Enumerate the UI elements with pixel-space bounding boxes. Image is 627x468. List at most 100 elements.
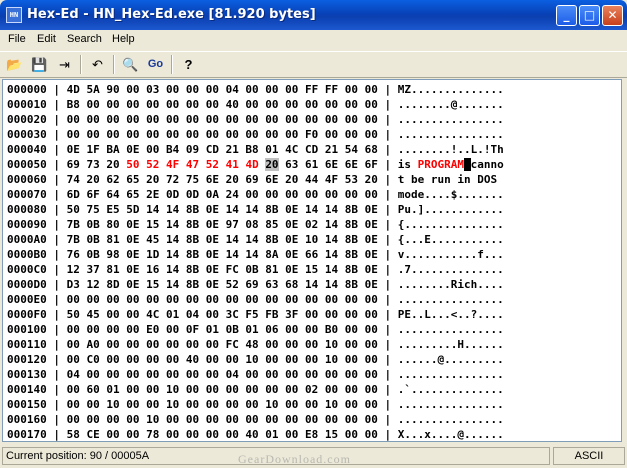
- hex-bytes[interactable]: 00 00 00 00 E0 00 0F 01 0B 01 06 00 00 B…: [67, 323, 378, 336]
- ascii-text[interactable]: ......@.........: [398, 353, 504, 366]
- hex-bytes[interactable]: 0E 1F BA 0E 00 B4 09 CD 21 B8 01 4C CD 2…: [67, 143, 378, 156]
- title-bar[interactable]: HN Hex-Ed - HN_Hex-Ed.exe [81.920 bytes]…: [0, 0, 627, 30]
- menu-file[interactable]: File: [8, 33, 26, 45]
- ascii-text[interactable]: ................: [398, 113, 504, 126]
- ascii-cursor[interactable]: [464, 158, 471, 171]
- hex-bytes[interactable]: B8 00 00 00 00 00 00 00 40 00 00 00 00 0…: [67, 98, 378, 111]
- goto-icon[interactable]: Go: [145, 54, 166, 75]
- maximize-button[interactable]: □: [579, 5, 600, 26]
- menu-help[interactable]: Help: [112, 33, 135, 45]
- open-icon[interactable]: 📂: [4, 54, 25, 75]
- hex-row[interactable]: 0000A0 | 7B 0B 81 0E 45 14 8B 0E 14 14 8…: [7, 232, 504, 247]
- hex-bytes[interactable]: 00 00 00 00 00 00 00 00 00 00 00 00 F0 0…: [67, 128, 378, 141]
- hex-row[interactable]: 0000C0 | 12 37 81 0E 16 14 8B 0E FC 0B 8…: [7, 262, 504, 277]
- ascii-text[interactable]: PE..L...<..?....: [398, 308, 504, 321]
- menu-edit[interactable]: Edit: [37, 33, 56, 45]
- hex-row[interactable]: 000060 | 74 20 62 65 20 72 75 6E 20 69 6…: [7, 172, 504, 187]
- ascii-text[interactable]: canno: [471, 158, 504, 171]
- menu-search[interactable]: Search: [67, 33, 102, 45]
- minimize-button[interactable]: _: [556, 5, 577, 26]
- hex-bytes[interactable]: 63 61 6E 6E 6F: [279, 158, 378, 171]
- hex-bytes[interactable]: 76 0B 98 0E 1D 14 8B 0E 14 14 8A 0E 66 1…: [67, 248, 378, 261]
- hex-bytes-highlighted[interactable]: 50 52 4F 47 52 41 4D: [126, 158, 258, 171]
- ascii-text[interactable]: v...........f...: [398, 248, 504, 261]
- hex-row[interactable]: 000160 | 00 00 00 00 10 00 00 00 00 00 0…: [7, 412, 504, 427]
- hex-bytes[interactable]: 00 00 00 00 00 00 00 00 00 00 00 00 00 0…: [67, 113, 378, 126]
- ascii-text[interactable]: MZ..............: [398, 83, 504, 96]
- save-icon[interactable]: 💾: [29, 54, 50, 75]
- ascii-text[interactable]: X...x....@......: [398, 428, 504, 441]
- ascii-text[interactable]: ........!..L.!Th: [398, 143, 504, 156]
- ascii-text[interactable]: {...............: [398, 218, 504, 231]
- row-address: 000150: [7, 398, 47, 411]
- close-button[interactable]: ✕: [602, 5, 623, 26]
- ascii-text[interactable]: ................: [398, 323, 504, 336]
- ascii-text[interactable]: .7..............: [398, 263, 504, 276]
- column-separator: |: [46, 173, 67, 186]
- hex-row[interactable]: 000090 | 7B 0B 80 0E 15 14 8B 0E 97 08 8…: [7, 217, 504, 232]
- hex-byte-selected[interactable]: 20: [265, 158, 279, 171]
- hex-row[interactable]: 000040 | 0E 1F BA 0E 00 B4 09 CD 21 B8 0…: [7, 142, 504, 157]
- hex-row[interactable]: 000110 | 00 A0 00 00 00 00 00 00 FC 48 0…: [7, 337, 504, 352]
- column-separator: |: [377, 413, 398, 426]
- hex-row[interactable]: 000130 | 04 00 00 00 00 00 00 00 04 00 0…: [7, 367, 504, 382]
- hex-row[interactable]: 0000F0 | 50 45 00 00 4C 01 04 00 3C F5 F…: [7, 307, 504, 322]
- ascii-text-highlighted[interactable]: PROGRAM: [418, 158, 464, 171]
- hex-bytes[interactable]: 4D 5A 90 00 03 00 00 00 04 00 00 00 FF F…: [67, 83, 378, 96]
- hex-editor-view[interactable]: 000000 | 4D 5A 90 00 03 00 00 00 04 00 0…: [2, 79, 622, 442]
- hex-row[interactable]: 000050 | 69 73 20 50 52 4F 47 52 41 4D 2…: [7, 157, 504, 172]
- hex-row[interactable]: 0000B0 | 76 0B 98 0E 1D 14 8B 0E 14 14 8…: [7, 247, 504, 262]
- ascii-text[interactable]: mode....$.......: [398, 188, 504, 201]
- hex-row[interactable]: 000140 | 00 60 01 00 00 10 00 00 00 00 0…: [7, 382, 504, 397]
- ascii-text[interactable]: ........Rich....: [398, 278, 504, 291]
- ascii-text[interactable]: ................: [398, 293, 504, 306]
- ascii-text[interactable]: ................: [398, 413, 504, 426]
- hex-bytes[interactable]: 00 00 00 00 00 00 00 00 00 00 00 00 00 0…: [67, 293, 378, 306]
- hex-row[interactable]: 0000D0 | D3 12 8D 0E 15 14 8B 0E 52 69 6…: [7, 277, 504, 292]
- hex-row[interactable]: 0000E0 | 00 00 00 00 00 00 00 00 00 00 0…: [7, 292, 504, 307]
- hex-row[interactable]: 000020 | 00 00 00 00 00 00 00 00 00 00 0…: [7, 112, 504, 127]
- hex-row[interactable]: 000100 | 00 00 00 00 E0 00 0F 01 0B 01 0…: [7, 322, 504, 337]
- ascii-text[interactable]: .........H......: [398, 338, 504, 351]
- hex-row[interactable]: 000000 | 4D 5A 90 00 03 00 00 00 04 00 0…: [7, 82, 504, 97]
- ascii-text[interactable]: ................: [398, 398, 504, 411]
- hex-bytes[interactable]: 7B 0B 80 0E 15 14 8B 0E 97 08 85 0E 02 1…: [67, 218, 378, 231]
- hex-bytes[interactable]: D3 12 8D 0E 15 14 8B 0E 52 69 63 68 14 1…: [67, 278, 378, 291]
- hex-bytes[interactable]: 00 00 00 00 10 00 00 00 00 00 00 00 00 0…: [67, 413, 378, 426]
- ascii-text[interactable]: is: [398, 158, 418, 171]
- hex-bytes[interactable]: 12 37 81 0E 16 14 8B 0E FC 0B 81 0E 15 1…: [67, 263, 378, 276]
- hex-row[interactable]: 000070 | 6D 6F 64 65 2E 0D 0D 0A 24 00 0…: [7, 187, 504, 202]
- hex-row[interactable]: 000080 | 50 75 E5 5D 14 14 8B 0E 14 14 8…: [7, 202, 504, 217]
- ascii-text[interactable]: .`..............: [398, 383, 504, 396]
- hex-bytes[interactable]: 69 73 20: [67, 158, 127, 171]
- hex-bytes[interactable]: 50 45 00 00 4C 01 04 00 3C F5 FB 3F 00 0…: [67, 308, 378, 321]
- undo-icon[interactable]: ↶: [87, 54, 108, 75]
- row-address: 000120: [7, 353, 47, 366]
- hex-bytes[interactable]: 6D 6F 64 65 2E 0D 0D 0A 24 00 00 00 00 0…: [67, 188, 378, 201]
- hex-row[interactable]: 000010 | B8 00 00 00 00 00 00 00 40 00 0…: [7, 97, 504, 112]
- hex-row[interactable]: 000120 | 00 C0 00 00 00 00 40 00 00 10 0…: [7, 352, 504, 367]
- hex-row[interactable]: 000170 | 58 CE 00 00 78 00 00 00 00 40 0…: [7, 427, 504, 441]
- watermark: GearDownload.com: [238, 452, 351, 466]
- hex-bytes[interactable]: 7B 0B 81 0E 45 14 8B 0E 14 14 8B 0E 10 1…: [67, 233, 378, 246]
- hex-bytes[interactable]: 00 00 10 00 00 10 00 00 00 00 10 00 00 1…: [67, 398, 378, 411]
- hex-bytes[interactable]: 00 A0 00 00 00 00 00 00 FC 48 00 00 00 1…: [67, 338, 378, 351]
- hex-row[interactable]: 000030 | 00 00 00 00 00 00 00 00 00 00 0…: [7, 127, 504, 142]
- hex-bytes[interactable]: 00 60 01 00 00 10 00 00 00 00 00 00 02 0…: [67, 383, 378, 396]
- hex-bytes[interactable]: 04 00 00 00 00 00 00 00 04 00 00 00 00 0…: [67, 368, 378, 381]
- ascii-text[interactable]: Pu.]............: [398, 203, 504, 216]
- help-icon[interactable]: ?: [178, 54, 199, 75]
- ascii-text[interactable]: ................: [398, 368, 504, 381]
- hex-bytes[interactable]: 50 75 E5 5D 14 14 8B 0E 14 14 8B 0E 14 1…: [67, 203, 378, 216]
- status-mode: ASCII: [553, 447, 625, 465]
- hex-row[interactable]: 000150 | 00 00 10 00 00 10 00 00 00 00 1…: [7, 397, 504, 412]
- hex-bytes[interactable]: 74 20 62 65 20 72 75 6E 20 69 6E 20 44 4…: [67, 173, 378, 186]
- ascii-text[interactable]: ................: [398, 128, 504, 141]
- find-icon[interactable]: 🔍: [120, 54, 141, 75]
- hex-bytes[interactable]: 58 CE 00 00 78 00 00 00 00 40 01 00 E8 1…: [67, 428, 378, 441]
- ascii-text[interactable]: t be run in DOS: [398, 173, 504, 186]
- hex-bytes[interactable]: 00 C0 00 00 00 00 40 00 00 10 00 00 00 1…: [67, 353, 378, 366]
- exit-icon[interactable]: ⇥: [54, 54, 75, 75]
- ascii-text[interactable]: ........@.......: [398, 98, 504, 111]
- ascii-text[interactable]: {...E...........: [398, 233, 504, 246]
